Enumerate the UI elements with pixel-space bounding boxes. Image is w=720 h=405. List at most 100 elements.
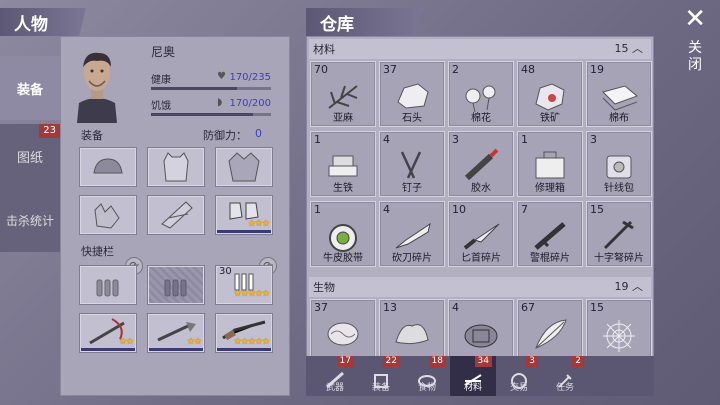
storage-item[interactable]: 3 胶水: [448, 131, 514, 197]
close-label[interactable]: 关闭: [687, 40, 703, 74]
item-quantity: 15: [590, 203, 604, 216]
side-tab-blueprints[interactable]: 23 图纸: [0, 124, 60, 188]
quick-slot-1[interactable]: [79, 265, 137, 305]
materials-header[interactable]: 材料 15 ︿: [309, 39, 651, 59]
item-name: 十字弩碎片: [594, 253, 644, 264]
item-quantity: 37: [314, 301, 328, 314]
storage-item[interactable]: 48 铁矿: [517, 61, 583, 127]
equipment-label: 装备: [81, 129, 103, 142]
bottom-tab-quest[interactable]: 2 任务: [542, 356, 588, 396]
quick-slot-4[interactable]: ★★: [79, 313, 137, 353]
item-name: 砍刀碎片: [392, 253, 432, 264]
tab-badge: 2: [572, 356, 584, 367]
item-quantity: 37: [383, 63, 397, 76]
item-quantity: 3: [452, 133, 459, 146]
character-title: 人物: [0, 8, 86, 36]
equip-slot-vest[interactable]: [147, 147, 205, 187]
bottom-tab-weapon[interactable]: 17 武器: [312, 356, 358, 396]
storage-item[interactable]: 19 棉布: [586, 61, 652, 127]
bottom-tab-gear[interactable]: 22 装备: [358, 356, 404, 396]
side-tab-label: 击杀统计: [5, 213, 54, 228]
hunger-bar: [151, 113, 271, 116]
brain-icon: [327, 322, 359, 346]
creatures-label: 生物: [313, 281, 335, 294]
storage-item[interactable]: 70 亚麻: [310, 61, 376, 127]
materials-label: 材料: [313, 43, 335, 56]
materials-count: 15 ︿: [615, 39, 644, 59]
quickbar-label: 快捷栏: [81, 245, 114, 258]
item-name: 亚麻: [333, 113, 353, 124]
side-tab-kill-stats[interactable]: 击杀统计: [0, 188, 60, 252]
item-name: 棉花: [471, 113, 491, 124]
storage-item[interactable]: 37 石头: [379, 61, 445, 127]
tab-label: 食物: [417, 383, 436, 393]
portrait-avatar: [67, 41, 127, 123]
item-name: 铁矿: [540, 113, 560, 124]
item-quantity: 15: [590, 301, 604, 314]
item-quantity: 19: [590, 63, 604, 76]
tab-label: 装备: [371, 383, 390, 393]
pants-icon: [161, 201, 193, 229]
storage-item[interactable]: 1 修理箱: [517, 131, 583, 197]
storage-item[interactable]: 15 十字弩碎片: [586, 201, 652, 267]
item-name: 石头: [402, 113, 422, 124]
quick-slot-3[interactable]: 30 ★★★★★: [215, 265, 273, 305]
boots-stars: ★★★: [247, 219, 270, 229]
storage-item[interactable]: 3 针线包: [586, 131, 652, 197]
blueprints-badge: 23: [39, 124, 60, 138]
item-name: 生铁: [333, 183, 353, 194]
storage-item[interactable]: 2 棉花: [448, 61, 514, 127]
item-quantity: 67: [521, 301, 535, 314]
side-tab-label: 装备: [16, 82, 43, 98]
durability-bar: [217, 230, 271, 233]
equip-slot-jacket[interactable]: [215, 147, 273, 187]
creatures-header[interactable]: 生物 19 ︿: [309, 277, 651, 297]
item-quantity: 7: [521, 203, 528, 216]
storage-item[interactable]: 1 生铁: [310, 131, 376, 197]
creatures-count: 19 ︿: [615, 277, 644, 297]
heart-icon: ♥: [217, 71, 226, 82]
storage-item[interactable]: 4 砍刀碎片: [379, 201, 445, 267]
bottom-tab-trade[interactable]: 3 交易: [496, 356, 542, 396]
tab-badge: 34: [474, 356, 492, 367]
item-quantity: 1: [314, 133, 321, 146]
bottom-tab-bar: 17 武器 22 装备 18 食物 34 材料 3 交易 2 任务: [306, 356, 654, 396]
quick-slot-stars: ★★★★★: [233, 289, 270, 299]
tab-badge: 18: [428, 356, 446, 367]
equip-slot-boots[interactable]: ★★★: [215, 195, 273, 235]
bottom-tab-materials[interactable]: 34 材料: [450, 356, 496, 396]
equip-slot-gloves[interactable]: [79, 195, 137, 235]
close-icon[interactable]: ✕: [684, 6, 706, 32]
character-name: 尼奥: [151, 45, 176, 59]
item-quantity: 48: [521, 63, 535, 76]
item-name: 牛皮胶带: [323, 253, 363, 264]
item-quantity: 3: [590, 133, 597, 146]
quick-slot-count: 30: [219, 266, 232, 277]
equip-slot-hat[interactable]: [79, 147, 137, 187]
quick-slot-2[interactable]: [147, 265, 205, 305]
quick-slot-5[interactable]: ★★: [147, 313, 205, 353]
tab-label: 任务: [555, 383, 574, 393]
jacket-icon: [228, 152, 260, 182]
bottom-tab-food[interactable]: 18 食物: [404, 356, 450, 396]
storage-item[interactable]: 10 匕首碎片: [448, 201, 514, 267]
durability-bar: [149, 348, 203, 351]
feather-icon: [535, 319, 567, 349]
equip-slot-pants[interactable]: [147, 195, 205, 235]
item-name: 警棍碎片: [530, 253, 570, 264]
durability-bar: [217, 348, 271, 351]
storage-item[interactable]: 7 警棍碎片: [517, 201, 583, 267]
storage-title: 仓库: [306, 8, 424, 36]
tab-label: 交易: [509, 383, 528, 393]
side-tab-equipment[interactable]: 装备: [0, 56, 60, 120]
durability-bar: [81, 348, 135, 351]
storage-item[interactable]: 1 牛皮胶带: [310, 201, 376, 267]
item-name: 胶水: [471, 183, 491, 194]
item-quantity: 1: [314, 203, 321, 216]
storage-panel: 材料 15 ︿ 生物 19 ︿ 70 亚麻 37 石头 2 棉花 48 铁矿 19 棉布 1 生铁 4 钉…: [306, 36, 654, 396]
item-quantity: 4: [383, 203, 390, 216]
storage-item[interactable]: 4 钉子: [379, 131, 445, 197]
item-quantity: 4: [452, 301, 459, 314]
item-name: 匕首碎片: [461, 253, 501, 264]
quick-slot-6[interactable]: ★★★★★: [215, 313, 273, 353]
